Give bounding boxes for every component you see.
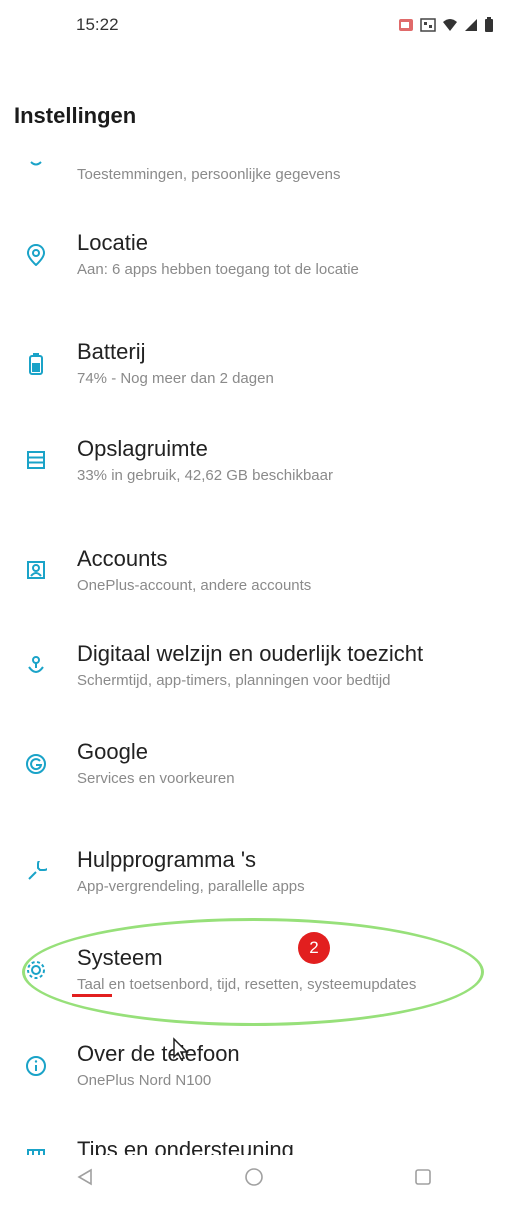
list-item-title: Accounts [77,546,168,571]
list-item-location[interactable]: Locatie Aan: 6 apps hebben toegang tot d… [0,226,508,296]
list-item-subtitle: OnePlus-account, andere accounts [77,577,312,594]
signal-icon [464,18,478,37]
list-item-title: Hulpprogramma 's [77,847,257,872]
list-item-title: Google [77,739,148,764]
tips-icon [24,1145,48,1155]
status-bar: 15:22 [0,0,508,60]
list-item-title: Tips en ondersteuning [77,1137,294,1155]
privacy-icon [24,150,48,174]
step-badge: 2 [298,932,330,964]
storage-icon [24,450,48,474]
google-icon [24,753,48,777]
list-item-title: Over de telefoon [77,1041,240,1066]
back-icon[interactable] [65,1168,105,1192]
list-item-privacy[interactable]: Toestemmingen, persoonlijke gegevens [0,140,508,200]
mouse-cursor-icon [172,1037,190,1067]
cast-icon [398,18,414,37]
navigation-bar [0,1155,508,1205]
list-item-google[interactable]: Google Services en voorkeuren [0,735,508,805]
battery-icon [484,17,494,38]
list-item-battery[interactable]: Batterij 74% - Nog meer dan 2 dagen [0,335,508,405]
list-item-subtitle: Aan: 6 apps hebben toegang tot de locati… [77,261,359,278]
wellbeing-icon [24,655,48,679]
list-item-tips[interactable]: Tips en ondersteuning [0,1133,508,1155]
home-icon[interactable] [234,1167,274,1193]
utilities-icon [24,857,51,885]
list-item-subtitle: Toestemmingen, persoonlijke gegevens [77,166,341,183]
accounts-icon [24,560,48,584]
list-item-subtitle: App-vergrendeling, parallelle apps [77,878,305,895]
list-item-title: Batterij [77,339,146,364]
highlight-ellipse [22,918,484,1026]
list-item-storage[interactable]: Opslagruimte 33% in gebruik, 42,62 GB be… [0,432,508,502]
list-item-subtitle: Services en voorkeuren [77,770,235,787]
recents-icon[interactable] [403,1168,443,1192]
location-icon [24,243,48,268]
list-item-title: Locatie [77,230,148,255]
page-title: Instellingen [14,103,137,128]
list-item-utilities[interactable]: Hulpprogramma 's App-vergrendeling, para… [0,843,508,913]
list-item-accounts[interactable]: Accounts OnePlus-account, andere account… [0,542,508,612]
info-icon [24,1055,48,1079]
list-item-digital-wellbeing[interactable]: Digitaal welzijn en ouderlijk toezicht S… [0,637,508,707]
status-time: 15:22 [76,15,119,34]
list-item-subtitle: 74% - Nog meer dan 2 dagen [77,370,274,387]
battery-icon [24,353,48,377]
wifi-icon [442,18,458,37]
list-item-subtitle: OnePlus Nord N100 [77,1072,212,1089]
nfc-icon [420,18,436,37]
list-item-title: Opslagruimte [77,436,208,461]
highlight-underline [72,994,112,997]
status-icons [398,17,494,38]
list-item-subtitle: 33% in gebruik, 42,62 GB beschikbaar [77,467,333,484]
list-item-title: Digitaal welzijn en ouderlijk toezicht [77,641,424,666]
list-item-subtitle: Schermtijd, app-timers, planningen voor … [77,672,391,689]
list-item-about-phone[interactable]: Over de telefoon OnePlus Nord N100 [0,1037,508,1107]
